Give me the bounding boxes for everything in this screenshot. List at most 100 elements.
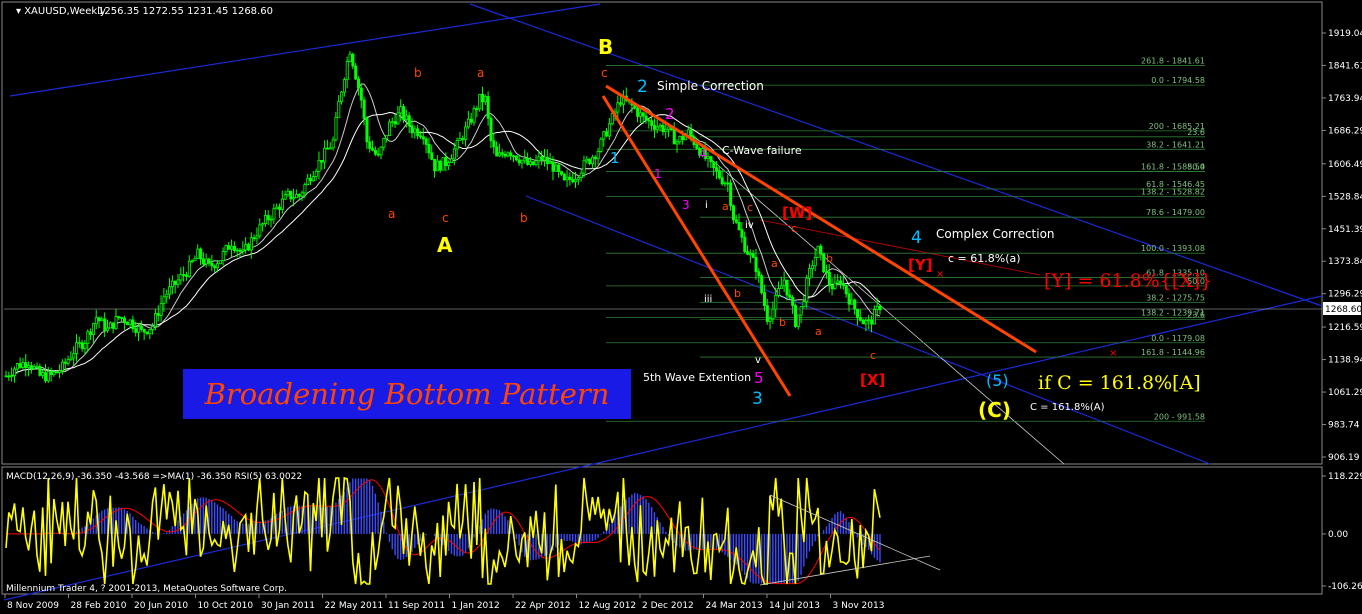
x-tick-label: 8 Nov 2009 xyxy=(7,601,59,611)
candle-body xyxy=(399,106,403,114)
candle-body xyxy=(839,280,843,285)
chart-canvas[interactable]: 261.8 - 1841.610.0 - 1794.58200 - 1685.2… xyxy=(0,0,1362,614)
y-tick-label: 1919.04 xyxy=(1328,29,1362,39)
candle-body xyxy=(419,135,423,138)
candle-body xyxy=(255,235,259,239)
wave-b-3: b xyxy=(734,287,741,300)
fib-label: 138.2 - 1528.82 xyxy=(1141,187,1205,196)
candle-body xyxy=(509,152,513,157)
candle-body xyxy=(861,319,865,325)
wave-5-magenta: 5 xyxy=(754,369,764,387)
candle-body xyxy=(452,148,456,160)
y-tick-label: 1841.61 xyxy=(1328,61,1362,71)
candle-body xyxy=(619,102,623,105)
wave-1-magenta: 1 xyxy=(654,167,662,181)
candle-body xyxy=(506,152,510,157)
elliott-wave-labels: B A (C) (5) [W] [X] [Y] xyxy=(437,35,1011,422)
candle-body xyxy=(13,368,17,376)
candle-body xyxy=(252,237,256,240)
candle-body xyxy=(523,157,527,161)
candle-body xyxy=(376,153,380,156)
candle-body xyxy=(86,331,90,345)
x-tick-label: 10 Oct 2010 xyxy=(198,601,254,611)
wave-3-cyan: 3 xyxy=(752,389,763,409)
candle-body xyxy=(596,151,600,160)
y-tick-label: 906.19 xyxy=(1328,453,1360,463)
candle-body xyxy=(695,144,699,149)
annotations: Simple Correction C-Wave failure Complex… xyxy=(643,79,1212,413)
candle-body xyxy=(782,279,786,287)
candle-body xyxy=(481,93,485,103)
candle-body xyxy=(503,153,507,157)
candle-body xyxy=(32,366,36,369)
candle-body xyxy=(689,129,693,138)
candle-body xyxy=(650,120,654,126)
candle-body xyxy=(334,116,338,141)
candle-body xyxy=(142,328,146,333)
candle-body xyxy=(486,96,490,119)
candle-body xyxy=(244,244,248,251)
wave-c-3: c xyxy=(747,201,753,214)
y-tick-label: 1138.94 xyxy=(1328,356,1362,366)
candle-body xyxy=(791,296,795,306)
x-tick-label: 22 May 2011 xyxy=(325,601,384,611)
c-161-label: C = 161.8%(A) xyxy=(1030,402,1105,413)
candle-body xyxy=(58,370,62,373)
candle-body xyxy=(593,156,597,160)
wave-c-top: c xyxy=(601,66,608,80)
y-tick-label: 1061.29 xyxy=(1328,388,1362,398)
x-tick-label: 2 Dec 2012 xyxy=(642,601,694,611)
candle-body xyxy=(317,159,321,172)
candle-body xyxy=(311,176,315,182)
candle-body xyxy=(805,277,809,303)
candle-body xyxy=(512,155,516,158)
candle-body xyxy=(351,53,355,67)
candle-body xyxy=(458,138,462,141)
candle-body xyxy=(292,197,296,200)
candle-body xyxy=(529,161,533,165)
candle-body xyxy=(475,108,479,111)
candle-body xyxy=(404,115,408,120)
candle-body xyxy=(816,245,820,258)
candle-body xyxy=(10,375,14,377)
candle-body xyxy=(92,323,96,335)
candle-body xyxy=(170,280,174,288)
candle-body xyxy=(483,96,487,103)
candle-body xyxy=(517,159,521,164)
candle-body xyxy=(300,192,304,197)
x-marker: × xyxy=(1109,348,1117,359)
indicator-header: MACD(12,26,9) -36.350 -43.568 =>MA(1) -3… xyxy=(6,472,302,482)
candle-body xyxy=(427,143,431,154)
candle-body xyxy=(123,318,127,323)
candle-body xyxy=(579,172,583,179)
candle-body xyxy=(813,257,817,267)
candle-body xyxy=(258,224,262,237)
candle-body xyxy=(472,108,476,123)
candle-body xyxy=(667,126,671,130)
candle-body xyxy=(802,301,806,307)
wave-c-5: c xyxy=(791,222,797,235)
candle-body xyxy=(678,135,682,143)
candle-body xyxy=(833,282,837,290)
candle-body xyxy=(393,121,397,125)
x-tick-label: 30 Jan 2011 xyxy=(261,601,315,611)
candle-body xyxy=(537,156,541,162)
candle-body xyxy=(565,176,569,181)
candle-body xyxy=(844,284,848,295)
candle-body xyxy=(207,258,211,264)
wave-1-cyan: 1 xyxy=(610,149,620,167)
ind-tick-label: 0.00 xyxy=(1328,530,1348,540)
candle-body xyxy=(77,342,81,345)
wave-c-6: c xyxy=(870,349,876,362)
wave-iv: iv xyxy=(745,220,754,231)
candle-body xyxy=(681,135,685,141)
candle-body xyxy=(737,221,741,231)
candle-body xyxy=(582,160,586,174)
fibonacci-levels: 261.8 - 1841.610.0 - 1794.58200 - 1685.2… xyxy=(606,56,1205,422)
candle-body xyxy=(799,306,803,316)
candle-body xyxy=(827,271,831,286)
candle-body xyxy=(185,274,189,277)
x-tick-label: 28 Feb 2010 xyxy=(71,601,127,611)
candle-body xyxy=(83,343,87,349)
wave-2-cyan: 2 xyxy=(637,77,648,97)
